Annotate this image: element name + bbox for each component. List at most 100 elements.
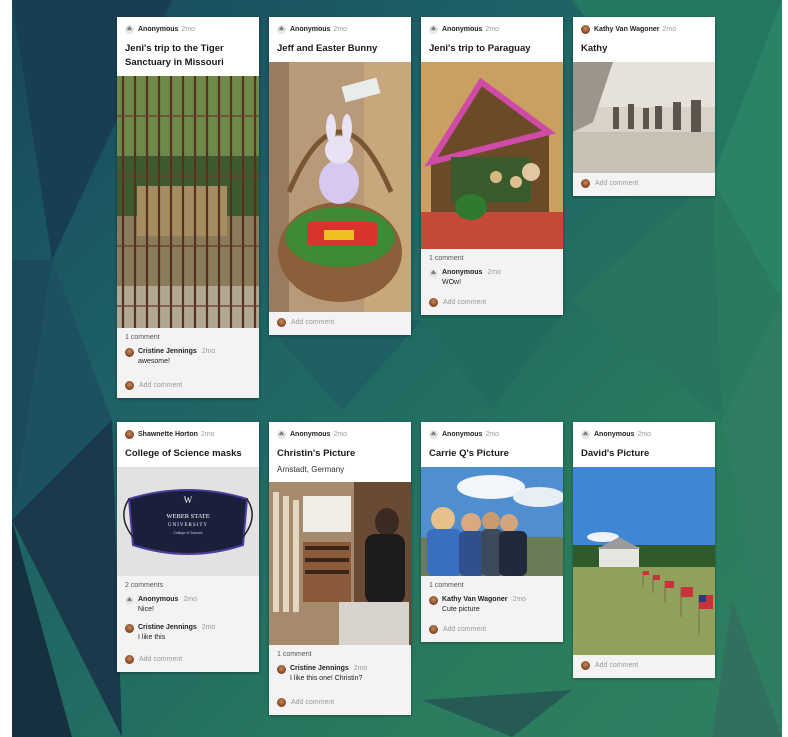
user-avatar: [581, 661, 590, 670]
post-card[interactable]: ☘ Anonymous 2mo Christin's Picture Arnst…: [269, 422, 411, 715]
post-image-face-mask[interactable]: W WEBER STATE UNIVERSITY College of Scie…: [117, 467, 259, 576]
post-author: Shawnette Horton 2mo: [125, 428, 251, 441]
post-card[interactable]: Kathy Van Wagoner 2mo Kathy Add comment: [573, 17, 715, 196]
add-comment-label: Add comment: [139, 382, 183, 389]
comment-author: Anonymous: [442, 269, 483, 276]
author-name: Anonymous: [138, 26, 179, 33]
post-image-group-selfie[interactable]: [421, 467, 563, 576]
post-author: ☘ Anonymous 2mo: [429, 428, 555, 441]
face-mask-illustration: W WEBER STATE UNIVERSITY College of Scie…: [117, 467, 259, 576]
anon-icon: ☘: [581, 430, 590, 439]
comment-time: 2mo: [353, 665, 368, 672]
anon-icon: ☘: [429, 269, 438, 278]
add-comment-button[interactable]: Add comment: [125, 655, 251, 664]
post-author: ☘ Anonymous 2mo: [581, 428, 707, 441]
user-avatar: [125, 430, 134, 439]
comment-time: 2mo: [487, 269, 502, 276]
comment-text: I like this one! Christin?: [290, 675, 363, 682]
mask-text-line1: WEBER STATE: [166, 513, 209, 520]
anon-icon: ☘: [429, 25, 438, 34]
user-avatar: [277, 698, 286, 707]
add-comment-label: Add comment: [595, 662, 639, 669]
post-image-field-flags[interactable]: [573, 467, 715, 655]
comment-author: Kathy Van Wagoner: [442, 596, 508, 603]
post-title: Jeni's trip to Paraguay: [429, 43, 531, 54]
post-card[interactable]: ☘ Anonymous 2mo Jeni's trip to the Tiger…: [117, 17, 259, 398]
post-author: ☘ Anonymous 2mo: [277, 23, 403, 36]
user-avatar: [125, 348, 134, 357]
anon-icon: ☘: [125, 596, 134, 605]
post-subtitle: Arnstadt, Germany: [277, 465, 345, 474]
author-name: Anonymous: [290, 26, 331, 33]
mask-text-line3: College of Science: [173, 531, 202, 535]
anon-icon: ☘: [429, 430, 438, 439]
mask-text-line2: UNIVERSITY: [168, 523, 208, 528]
user-avatar: [429, 625, 438, 634]
comment-time: 2mo: [512, 596, 527, 603]
post-title: Kathy: [581, 43, 608, 54]
user-avatar: [581, 179, 590, 188]
post-card[interactable]: ☘ Anonymous 2mo Carrie Q's Picture 1 com…: [421, 422, 563, 642]
post-image-nativity-scene[interactable]: [421, 62, 563, 249]
comment-time: 2mo: [201, 348, 216, 355]
add-comment-button[interactable]: Add comment: [429, 298, 555, 307]
add-comment-button[interactable]: Add comment: [277, 698, 403, 707]
post-title: David's Picture: [581, 448, 650, 459]
comment-author: Cristine Jennings: [138, 348, 197, 355]
post-card[interactable]: Shawnette Horton 2mo College of Science …: [117, 422, 259, 672]
comment-author: Cristine Jennings: [290, 665, 349, 672]
tiger-enclosure-illustration: [117, 76, 259, 328]
post-image-tiger-enclosure[interactable]: [117, 76, 259, 328]
add-comment-label: Add comment: [443, 626, 487, 633]
author-name: Anonymous: [594, 431, 635, 438]
add-comment-label: Add comment: [291, 699, 335, 706]
add-comment-button[interactable]: Add comment: [429, 625, 555, 634]
anon-icon: ☘: [277, 430, 286, 439]
add-comment-button[interactable]: Add comment: [581, 179, 707, 188]
comment: Kathy Van Wagoner 2mo Cute picture: [429, 595, 555, 615]
post-time: 2mo: [333, 26, 348, 33]
comment: ☘ Anonymous 2mo Nice!: [125, 595, 251, 615]
field-flags-illustration: [573, 467, 715, 655]
post-time: 2mo: [181, 26, 196, 33]
comment: Cristine Jennings 2mo awesome!: [125, 347, 251, 367]
author-name: Kathy Van Wagoner: [594, 26, 660, 33]
add-comment-label: Add comment: [291, 319, 335, 326]
post-card[interactable]: ☘ Anonymous 2mo Jeni's trip to Paraguay …: [421, 17, 563, 315]
post-time: 2mo: [200, 431, 215, 438]
comment-author: Cristine Jennings: [138, 624, 197, 631]
organ-illustration: [269, 482, 411, 645]
comment-count: 1 comment: [429, 582, 464, 589]
comment: ☘ Anonymous 2mo WOw!: [429, 268, 555, 288]
comment: Cristine Jennings 2mo I like this one! C…: [277, 664, 403, 684]
vintage-photo-illustration: [573, 62, 715, 173]
post-author: ☘ Anonymous 2mo: [277, 428, 403, 441]
post-image-easter-basket[interactable]: [269, 62, 411, 312]
add-comment-button[interactable]: Add comment: [581, 661, 707, 670]
comment-count: 1 comment: [429, 255, 464, 262]
padlet-board: ☘ Anonymous 2mo Jeni's trip to the Tiger…: [12, 0, 782, 737]
post-image-vintage-photo[interactable]: [573, 62, 715, 173]
author-name: Anonymous: [442, 431, 483, 438]
comment-text: I like this: [138, 634, 166, 641]
add-comment-button[interactable]: Add comment: [125, 381, 251, 390]
mask-logo-icon: W: [184, 495, 193, 505]
post-time: 2mo: [662, 26, 677, 33]
comment-author: Anonymous: [138, 596, 179, 603]
author-name: Shawnette Horton: [138, 431, 198, 438]
post-card[interactable]: ☘ Anonymous 2mo Jeff and Easter Bunny Ad…: [269, 17, 411, 335]
add-comment-label: Add comment: [595, 180, 639, 187]
comment-count: 2 comments: [125, 582, 164, 589]
user-avatar: [125, 655, 134, 664]
post-author: ☘ Anonymous 2mo: [125, 23, 251, 36]
comment: Cristine Jennings 2mo I like this: [125, 623, 251, 643]
user-avatar: [125, 624, 134, 633]
easter-basket-illustration: [269, 62, 411, 312]
add-comment-button[interactable]: Add comment: [277, 318, 403, 327]
add-comment-label: Add comment: [443, 299, 487, 306]
post-image-organ[interactable]: [269, 482, 411, 645]
post-card[interactable]: ☘ Anonymous 2mo David's Picture Add comm…: [573, 422, 715, 678]
post-time: 2mo: [637, 431, 652, 438]
post-title: Carrie Q's Picture: [429, 448, 509, 459]
post-author: Kathy Van Wagoner 2mo: [581, 23, 707, 36]
